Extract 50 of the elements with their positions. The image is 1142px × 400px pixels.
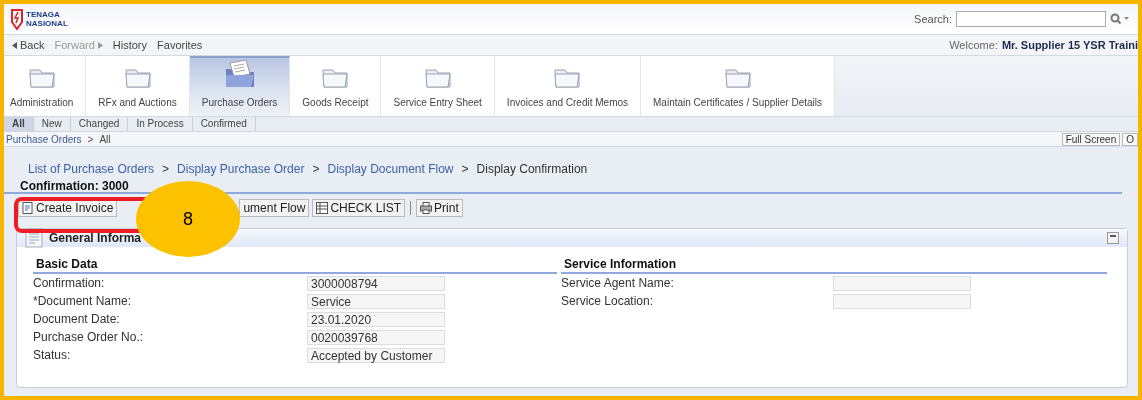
logo-text: TENAGA — [26, 10, 61, 19]
breadcrumb-separator: > — [312, 162, 320, 176]
breadcrumb-current: Display Confirmation — [476, 162, 588, 176]
back-link[interactable]: Back — [12, 39, 45, 51]
user-name: Mr. Supplier 15 YSR Traini — [1001, 39, 1138, 51]
sub-tab[interactable]: New — [33, 117, 71, 131]
readonly-field: 23.01.2020 — [307, 311, 445, 327]
section-title: Service Information — [561, 257, 1107, 274]
breadcrumb-link[interactable]: Display Purchase Order — [177, 162, 305, 176]
toolbar-button[interactable]: ument Flow — [239, 199, 310, 217]
sub-tab[interactable]: Confirmed — [192, 117, 256, 131]
nav-link[interactable]: Favorites — [157, 39, 203, 51]
breadcrumb-link[interactable]: List of Purchase Orders — [28, 162, 155, 176]
path-link[interactable]: All — [99, 133, 111, 145]
sub-tab[interactable]: In Process — [128, 117, 193, 131]
nav-tab[interactable]: RFx and Auctions — [86, 56, 190, 116]
nav-tab[interactable]: Administration — [4, 56, 87, 116]
nav-tab[interactable]: Service Entry Sheet — [381, 56, 495, 116]
nav-tab[interactable]: Purchase Orders — [189, 56, 291, 116]
field-label: Purchase Order No.: — [33, 330, 145, 344]
readonly-field: 0020039768 — [307, 329, 445, 345]
search-label: Search: — [914, 13, 952, 25]
section-title: Basic Data — [33, 257, 557, 274]
nav-link[interactable]: History — [112, 39, 148, 51]
field-label: *Document Name: — [33, 294, 133, 308]
nav-tab[interactable]: Invoices and Credit Memos — [494, 56, 642, 116]
readonly-field: Accepted by Customer — [307, 347, 445, 363]
readonly-field: Service — [307, 293, 445, 309]
panel-title: General Informa — [49, 231, 142, 245]
breadcrumb-link[interactable]: Display Document Flow — [327, 162, 454, 176]
toolbar-button[interactable]: CHECK LIST — [312, 199, 406, 217]
path-link[interactable]: Purchase Orders — [6, 133, 82, 145]
field-label: Service Agent Name: — [561, 276, 675, 290]
welcome-label: Welcome: — [949, 39, 998, 51]
screen-button[interactable]: O — [1122, 132, 1138, 146]
screen-button[interactable]: Full Screen — [1061, 132, 1121, 146]
breadcrumb-separator: > — [162, 162, 170, 176]
field-label: Status: — [33, 348, 72, 362]
sub-tab[interactable]: All — [4, 117, 34, 131]
nav-tab[interactable]: Maintain Certificates / Supplier Details — [641, 56, 835, 116]
sub-tab[interactable]: Changed — [70, 117, 129, 131]
field-label: Document Date: — [33, 312, 121, 326]
path-separator: > — [87, 133, 94, 145]
readonly-field: 3000008794 — [307, 275, 445, 291]
field-label: Service Location: — [561, 294, 655, 308]
logo-text: NASIONAL — [26, 19, 68, 28]
nav-tab[interactable]: Goods Receipt — [290, 56, 382, 116]
toolbar-button[interactable]: Print — [416, 199, 463, 217]
field-label: Confirmation: — [33, 276, 106, 290]
breadcrumb-separator: > — [461, 162, 469, 176]
